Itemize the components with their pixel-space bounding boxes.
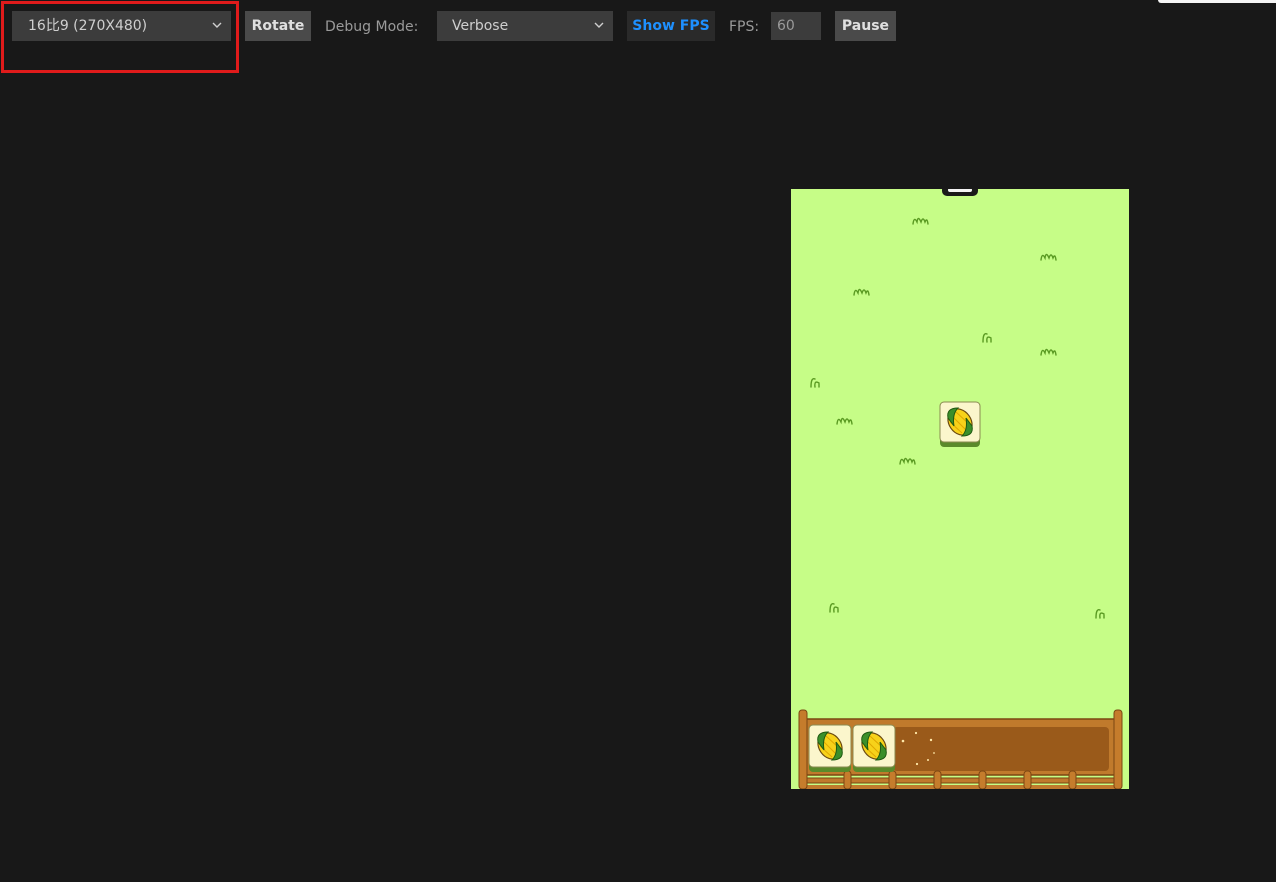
- notch-icon: [942, 189, 978, 196]
- resolution-select-value: 16比9 (270X480): [28, 18, 148, 34]
- fps-input[interactable]: 60: [771, 12, 821, 40]
- tray-tile[interactable]: [808, 724, 852, 772]
- resolution-select[interactable]: 16比9 (270X480): [12, 11, 231, 41]
- tray-tile[interactable]: [852, 724, 896, 772]
- show-fps-button[interactable]: Show FPS: [627, 11, 715, 41]
- debug-mode-select[interactable]: Verbose: [437, 11, 613, 41]
- fps-label: FPS:: [729, 19, 760, 35]
- game-scene: [798, 189, 1123, 789]
- chevron-down-icon: [594, 22, 604, 28]
- corn-tile[interactable]: [939, 401, 981, 447]
- pause-button[interactable]: Pause: [835, 11, 896, 41]
- window-edge: [1158, 0, 1276, 3]
- debug-mode-select-value: Verbose: [452, 18, 509, 34]
- rotate-button[interactable]: Rotate: [245, 11, 311, 41]
- game-canvas[interactable]: [791, 189, 1129, 789]
- debug-mode-label: Debug Mode:: [325, 19, 419, 35]
- toolbar: 16比9 (270X480) Rotate Debug Mode: Verbos…: [0, 0, 1276, 52]
- chevron-down-icon: [212, 22, 222, 28]
